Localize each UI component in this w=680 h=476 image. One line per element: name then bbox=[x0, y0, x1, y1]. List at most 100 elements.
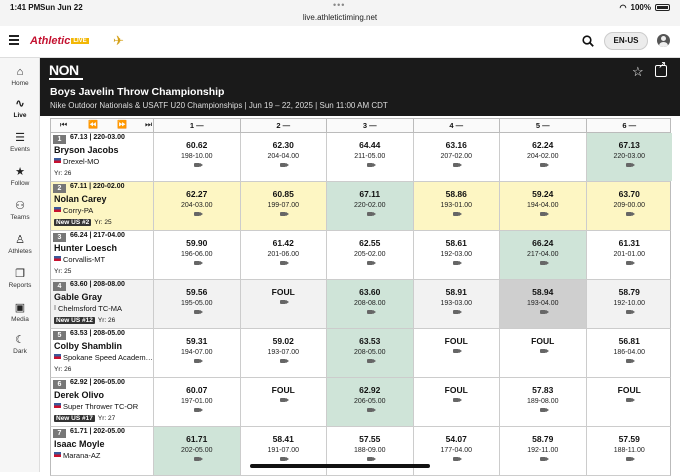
column-header-attempt-5[interactable]: 5 — bbox=[499, 119, 586, 132]
athlete-name[interactable]: Derek Olivo bbox=[54, 390, 104, 400]
attempt-cell[interactable]: 62.55 205-02.00 bbox=[326, 231, 413, 279]
attempt-cell[interactable]: FOUL bbox=[499, 329, 586, 377]
athlete-name[interactable]: Nolan Carey bbox=[54, 194, 107, 204]
attempt-cell[interactable]: 58.86 193-01.00 bbox=[412, 182, 500, 230]
column-header-attempt-2[interactable]: 2 — bbox=[239, 119, 327, 132]
attempt-cell[interactable]: 62.30 204-04.00 bbox=[239, 133, 327, 181]
previous-icon[interactable]: ⏪ bbox=[88, 120, 98, 129]
attempt-cell[interactable]: FOUL bbox=[412, 378, 500, 426]
video-camera-icon[interactable] bbox=[193, 212, 203, 216]
video-camera-icon[interactable] bbox=[539, 261, 549, 265]
search-icon[interactable] bbox=[582, 35, 594, 47]
share-icon[interactable] bbox=[655, 60, 667, 77]
athlete-row[interactable]: 3 66.24 | 217-04.00 Hunter Loesch Corval… bbox=[50, 231, 671, 280]
video-camera-icon[interactable] bbox=[453, 349, 463, 353]
attempt-cell[interactable]: 59.56 195-05.00 bbox=[153, 280, 240, 328]
athlete-row[interactable]: 2 67.11 | 220-02.00 Nolan Carey Corry-PA… bbox=[50, 182, 671, 231]
video-camera-icon[interactable] bbox=[193, 163, 203, 167]
video-camera-icon[interactable] bbox=[366, 457, 376, 461]
video-camera-icon[interactable] bbox=[539, 310, 549, 314]
athlete-info[interactable]: 2 67.11 | 220-02.00 Nolan Carey Corry-PA… bbox=[51, 182, 153, 230]
video-camera-icon[interactable] bbox=[626, 261, 636, 265]
attempt-cell[interactable]: 61.31 201-01.00 bbox=[585, 231, 673, 279]
column-header-attempt-4[interactable]: 4 — bbox=[412, 119, 500, 132]
athlete-name[interactable]: Colby Shamblin bbox=[54, 341, 122, 351]
sidebar-item-dark[interactable]: ☾ Dark bbox=[0, 334, 40, 355]
sidebar-item-events[interactable]: ☰ Events bbox=[0, 132, 40, 153]
column-header-attempt-3[interactable]: 3 — bbox=[326, 119, 413, 132]
athlete-info[interactable]: 4 63.60 | 208-08.00 Gable Gray Chelmsfor… bbox=[51, 280, 153, 328]
video-camera-icon[interactable] bbox=[366, 212, 376, 216]
attempt-cell[interactable]: 58.79 192-11.00 bbox=[499, 427, 586, 475]
video-camera-icon[interactable] bbox=[193, 408, 203, 412]
attempt-cell[interactable]: 59.90 196-06.00 bbox=[153, 231, 240, 279]
athlete-info[interactable]: 1 67.13 | 220-03.00 Bryson Jacobs Drexel… bbox=[51, 133, 153, 181]
attempt-cell[interactable]: 61.71 202-05.00 bbox=[153, 427, 240, 475]
attempt-cell[interactable]: 64.44 211-05.00 bbox=[326, 133, 413, 181]
attempt-cell[interactable]: 58.94 193-04.00 bbox=[499, 280, 586, 328]
sidebar-item-follow[interactable]: ★ Follow bbox=[0, 166, 40, 187]
video-camera-icon[interactable] bbox=[453, 457, 463, 461]
column-header-attempt-6[interactable]: 6 — bbox=[585, 119, 673, 132]
video-camera-icon[interactable] bbox=[366, 310, 376, 314]
athlete-row[interactable]: 1 67.13 | 220-03.00 Bryson Jacobs Drexel… bbox=[50, 133, 672, 182]
attempt-cell[interactable]: 60.62 198-10.00 bbox=[153, 133, 240, 181]
video-camera-icon[interactable] bbox=[539, 163, 549, 167]
home-indicator[interactable] bbox=[250, 464, 430, 468]
video-camera-icon[interactable] bbox=[539, 457, 549, 461]
athlete-name[interactable]: Bryson Jacobs bbox=[54, 145, 119, 155]
attempt-cell[interactable]: 59.24 194-04.00 bbox=[499, 182, 586, 230]
video-camera-icon[interactable] bbox=[626, 457, 636, 461]
attempt-cell[interactable]: 57.83 189-08.00 bbox=[499, 378, 586, 426]
video-camera-icon[interactable] bbox=[366, 359, 376, 363]
video-camera-icon[interactable] bbox=[626, 163, 636, 167]
attempt-cell[interactable]: 66.24 217-04.00 bbox=[499, 231, 586, 279]
account-avatar-icon[interactable] bbox=[657, 34, 670, 47]
attempt-cell[interactable]: 59.31 194-07.00 bbox=[153, 329, 240, 377]
language-button[interactable]: EN-US bbox=[604, 32, 648, 50]
last-page-icon[interactable]: ⏭ bbox=[145, 120, 152, 130]
attempt-cell[interactable]: 57.59 188-11.00 bbox=[585, 427, 673, 475]
video-camera-icon[interactable] bbox=[280, 300, 290, 304]
video-camera-icon[interactable] bbox=[366, 163, 376, 167]
menu-icon[interactable] bbox=[9, 35, 19, 45]
video-camera-icon[interactable] bbox=[539, 212, 549, 216]
attempt-cell[interactable]: 58.61 192-03.00 bbox=[412, 231, 500, 279]
video-camera-icon[interactable] bbox=[626, 310, 636, 314]
attempt-cell[interactable]: FOUL bbox=[585, 378, 673, 426]
video-camera-icon[interactable] bbox=[453, 310, 463, 314]
athlete-row[interactable]: 6 62.92 | 206-05.00 Derek Olivo Super Th… bbox=[50, 378, 671, 427]
video-camera-icon[interactable] bbox=[280, 457, 290, 461]
attempt-cell[interactable]: 58.79 192-10.00 bbox=[585, 280, 673, 328]
attempt-cell[interactable]: 60.07 197-01.00 bbox=[153, 378, 240, 426]
video-camera-icon[interactable] bbox=[453, 163, 463, 167]
video-camera-icon[interactable] bbox=[280, 212, 290, 216]
video-camera-icon[interactable] bbox=[193, 359, 203, 363]
attempt-cell[interactable]: FOUL bbox=[412, 329, 500, 377]
video-camera-icon[interactable] bbox=[366, 261, 376, 265]
athlete-row[interactable]: 5 63.53 | 208-05.00 Colby Shamblin Spoka… bbox=[50, 329, 671, 378]
brand-logo[interactable]: Athletic LIVE bbox=[30, 35, 89, 47]
video-camera-icon[interactable] bbox=[626, 212, 636, 216]
attempt-cell[interactable]: 62.24 204-02.00 bbox=[499, 133, 586, 181]
sidebar-item-teams[interactable]: ⚇ Teams bbox=[0, 200, 40, 221]
first-page-icon[interactable]: ⏮ bbox=[60, 120, 67, 130]
sidebar-item-live[interactable]: ∿ Live bbox=[0, 98, 40, 119]
column-header-attempt-1[interactable]: 1 — bbox=[153, 119, 240, 132]
sidebar-item-athletes[interactable]: ♙ Athletes bbox=[0, 234, 40, 255]
browser-menu-dots[interactable]: ••• bbox=[333, 0, 345, 10]
athlete-info[interactable]: 6 62.92 | 206-05.00 Derek Olivo Super Th… bbox=[51, 378, 153, 426]
sidebar-item-media[interactable]: ▣ Media bbox=[0, 302, 40, 323]
video-camera-icon[interactable] bbox=[280, 261, 290, 265]
attempt-cell[interactable]: 60.85 199-07.00 bbox=[239, 182, 327, 230]
attempt-cell[interactable]: 56.81 186-04.00 bbox=[585, 329, 673, 377]
video-camera-icon[interactable] bbox=[539, 408, 549, 412]
athlete-name[interactable]: Hunter Loesch bbox=[54, 243, 117, 253]
video-camera-icon[interactable] bbox=[453, 212, 463, 216]
attempt-cell[interactable]: 58.91 193-03.00 bbox=[412, 280, 500, 328]
athlete-info[interactable]: 5 63.53 | 208-05.00 Colby Shamblin Spoka… bbox=[51, 329, 153, 377]
athlete-name[interactable]: Gable Gray bbox=[54, 292, 102, 302]
video-camera-icon[interactable] bbox=[280, 359, 290, 363]
athlete-row[interactable]: 7 61.71 | 202-05.00 Isaac Moyle Marana-A… bbox=[50, 427, 671, 476]
attempt-cell[interactable]: 62.92 206-05.00 bbox=[326, 378, 413, 426]
